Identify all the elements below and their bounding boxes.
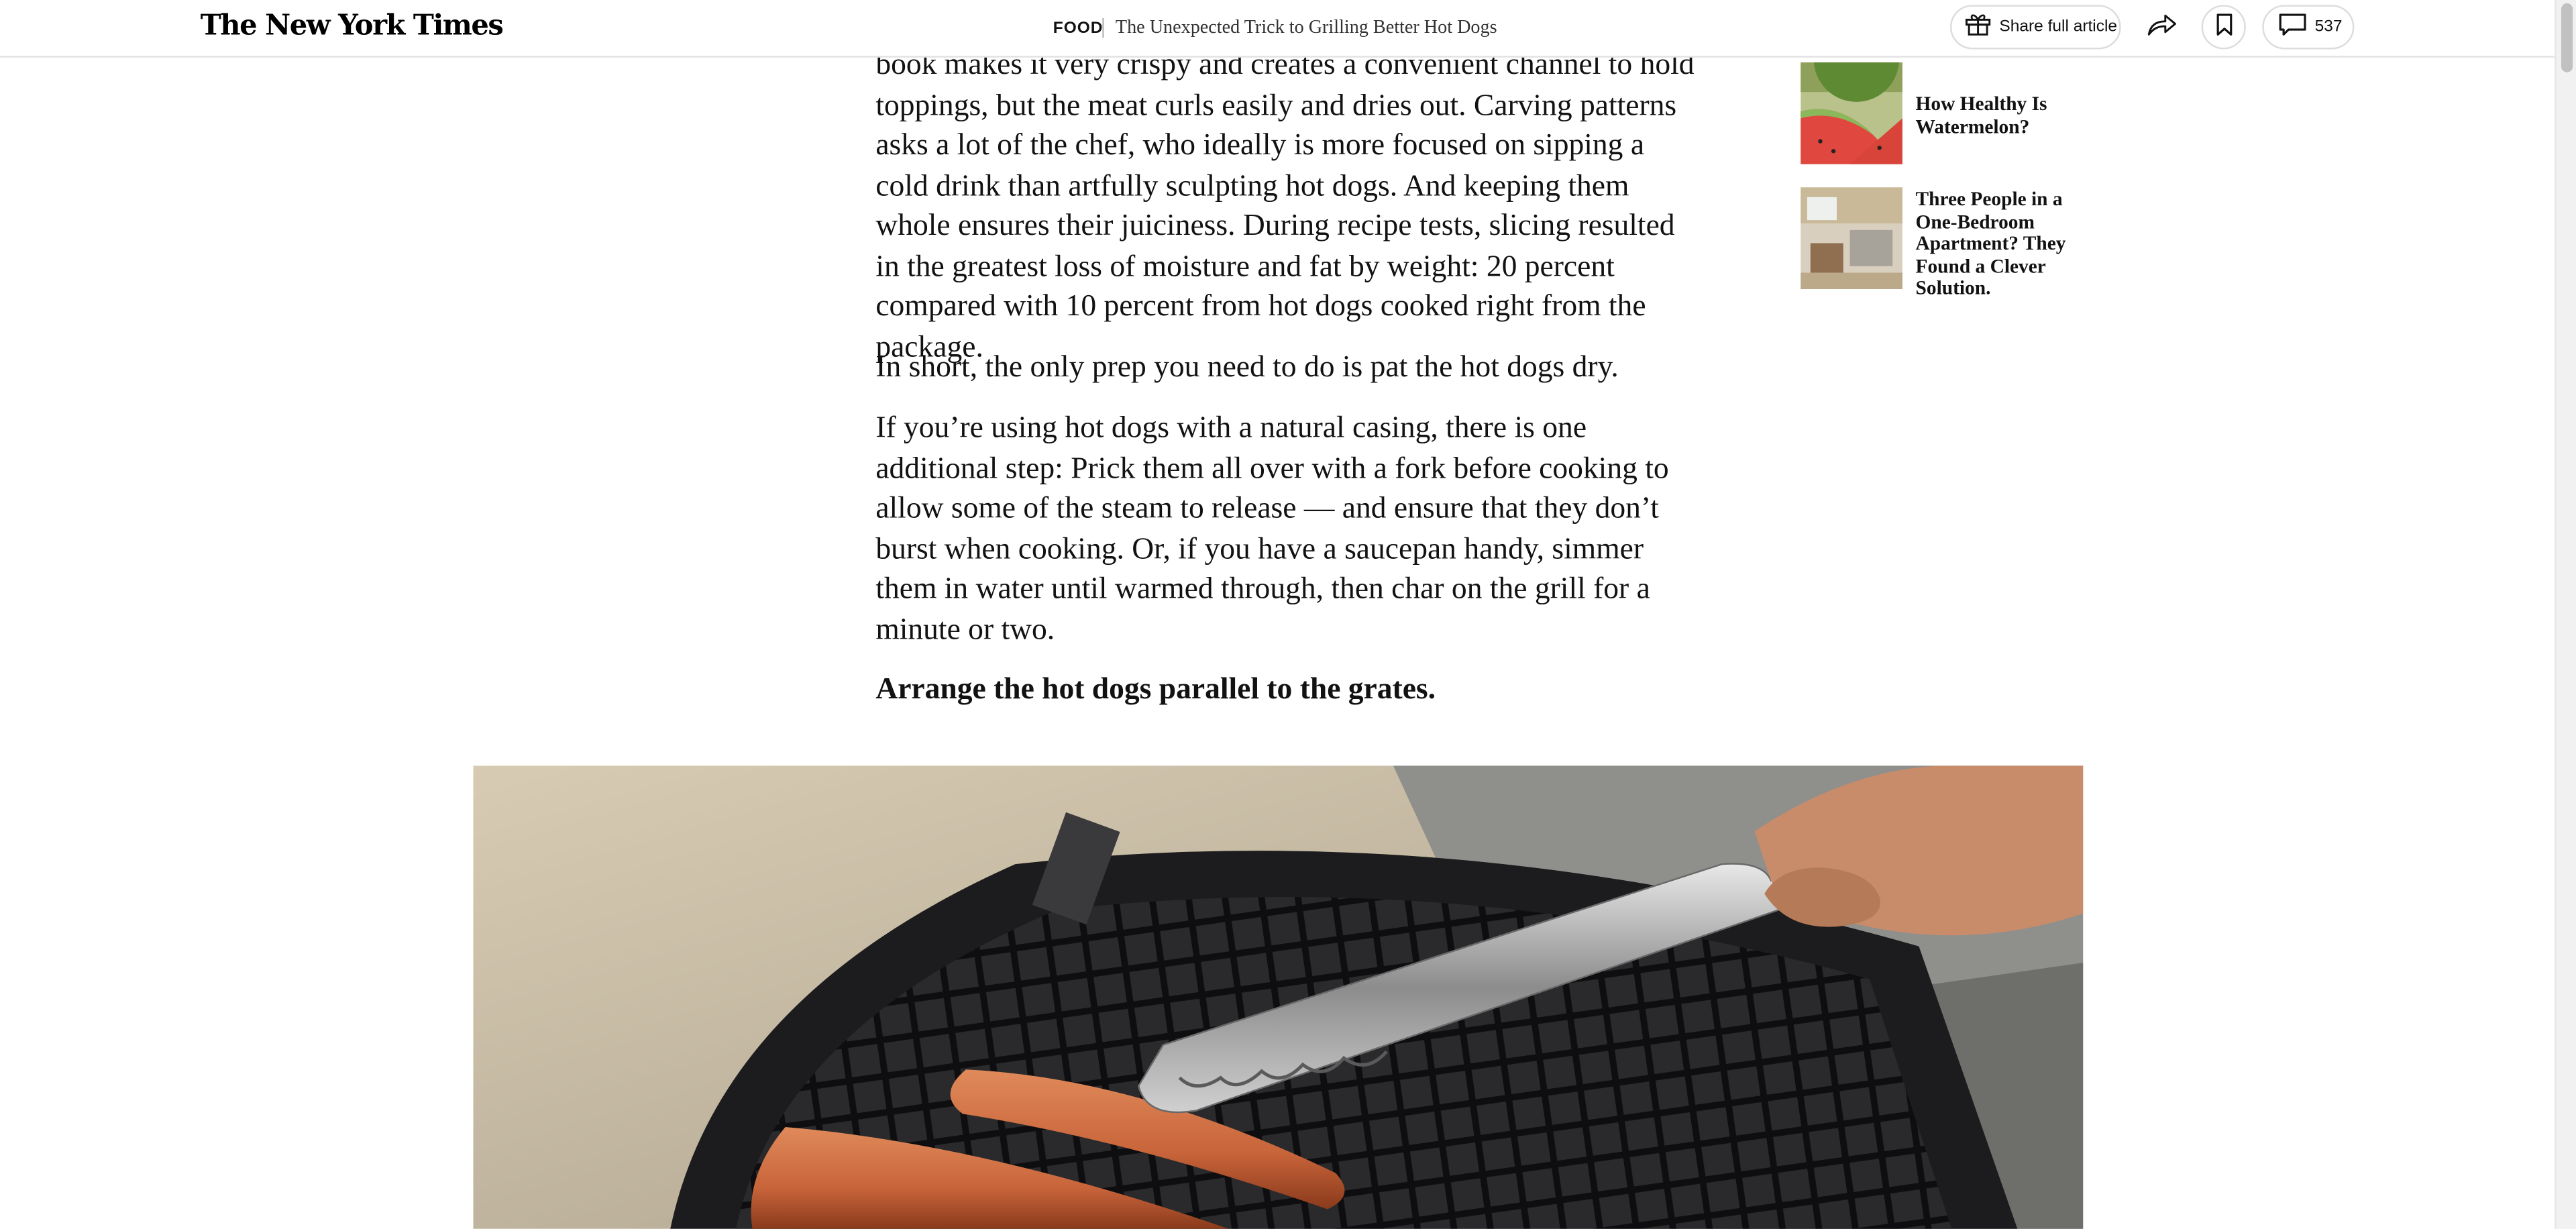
nyt-logo[interactable]: The New York Times bbox=[201, 10, 504, 43]
top-bar: The New York Times FOOD The Unexpected T… bbox=[0, 0, 2555, 58]
gift-icon bbox=[1965, 13, 1991, 42]
scrollbar-thumb[interactable] bbox=[2561, 3, 2573, 72]
scrollbar[interactable] bbox=[2555, 0, 2576, 1229]
article-photo bbox=[473, 765, 2084, 1229]
article-headline: The Unexpected Trick to Grilling Better … bbox=[1115, 17, 1497, 38]
related-article-link[interactable]: How Healthy Is Watermelon? bbox=[1916, 93, 2074, 138]
comment-icon bbox=[2279, 13, 2307, 42]
paragraph: In short, the only prep you need to do i… bbox=[875, 350, 1619, 385]
comments-button[interactable]: 537 bbox=[2262, 5, 2355, 50]
save-button[interactable] bbox=[2201, 5, 2246, 50]
section-label[interactable]: FOOD bbox=[1053, 19, 1104, 38]
bookmark-icon bbox=[2215, 11, 2232, 43]
section-subheading: Arrange the hot dogs parallel to the gra… bbox=[875, 672, 1436, 707]
paragraph: book makes it very crispy and creates a … bbox=[875, 48, 1695, 364]
header-divider bbox=[1102, 17, 1104, 38]
watermelon-thumbnail[interactable] bbox=[1801, 62, 1902, 164]
share-arrow-icon bbox=[2147, 11, 2176, 43]
paragraph: If you’re using hot dogs with a natural … bbox=[875, 411, 1669, 647]
share-label: Share full article bbox=[1999, 17, 2118, 36]
apartment-thumbnail[interactable] bbox=[1801, 187, 1902, 290]
share-button[interactable] bbox=[2139, 5, 2184, 49]
share-full-article-button[interactable]: Share full article bbox=[1949, 5, 2121, 50]
related-article-link[interactable]: Three People in a One-Bedroom Apartment?… bbox=[1916, 188, 2074, 300]
comment-count: 537 bbox=[2314, 17, 2343, 36]
